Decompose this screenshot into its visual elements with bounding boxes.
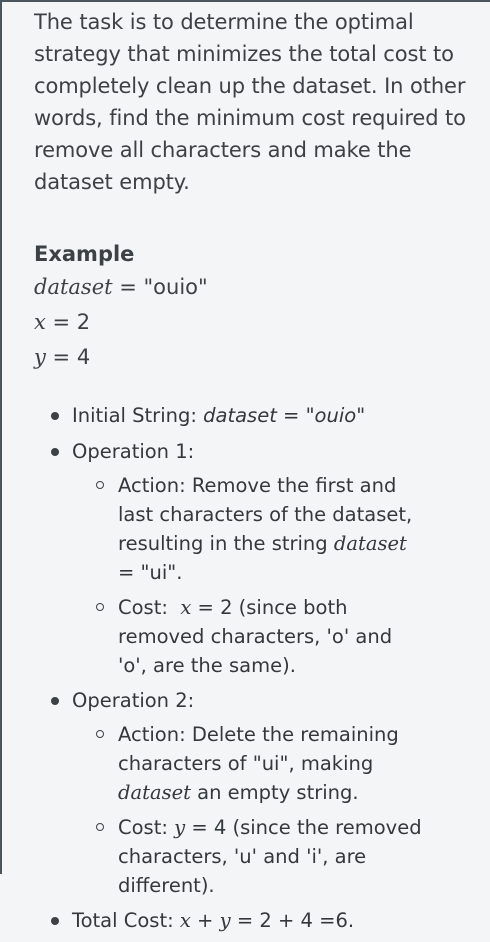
y-var: y xyxy=(34,345,46,369)
circle-bullet-icon xyxy=(96,730,104,738)
bullet-icon xyxy=(51,697,59,705)
operation-1-action: Action: Remove the first and last charac… xyxy=(72,471,418,587)
operation-1-sublist: Action: Remove the first and last charac… xyxy=(72,471,474,680)
circle-bullet-icon xyxy=(96,603,104,611)
operation-2-cost: Cost: y = 4 (since the removed character… xyxy=(72,813,448,900)
initial-expr: dataset = "ouio" xyxy=(203,404,366,427)
operation-2-action: Action: Delete the remaining characters … xyxy=(72,720,418,807)
operation-2-label: Operation 2: xyxy=(72,689,195,712)
steps-list: Initial String: dataset = "ouio" Operati… xyxy=(34,401,474,936)
operation-1-cost: Cost: x = 2 (since both removed characte… xyxy=(72,593,418,680)
op2-cost-var: y xyxy=(174,816,186,839)
y-value: = 4 xyxy=(45,345,91,369)
bullet-icon xyxy=(51,412,59,420)
list-item-total: Total Cost: x + y = 2 + 4 =6. xyxy=(34,906,474,936)
left-border xyxy=(0,0,2,874)
circle-bullet-icon xyxy=(96,481,104,489)
operation-2-sublist: Action: Delete the remaining characters … xyxy=(72,720,474,900)
bullet-icon xyxy=(51,917,59,925)
total-plus: + xyxy=(190,909,220,932)
dataset-var: dataset xyxy=(34,275,113,299)
op1-cost-prefix: Cost: xyxy=(118,596,181,619)
op2-action-end: an empty string. xyxy=(190,781,359,804)
op2-action-text: Action: Delete the remaining characters … xyxy=(118,723,399,775)
dataset-value: = "ouio" xyxy=(112,275,208,299)
total-y-var: y xyxy=(219,909,231,932)
list-item-operation-2: Operation 2: Action: Delete the remainin… xyxy=(34,686,474,900)
list-item-initial: Initial String: dataset = "ouio" xyxy=(34,401,474,431)
total-rest: = 2 + 4 =6. xyxy=(230,909,355,932)
problem-statement: The task is to determine the optimal str… xyxy=(34,6,474,942)
op2-cost-prefix: Cost: xyxy=(118,816,175,839)
list-item-operation-1: Operation 1: Action: Remove the first an… xyxy=(34,437,474,680)
total-x-var: x xyxy=(179,909,191,932)
top-border xyxy=(0,0,490,2)
op1-action-var: dataset xyxy=(333,532,407,555)
op1-cost-var: x xyxy=(180,596,192,619)
x-var: x xyxy=(34,310,46,334)
op2-action-var: dataset xyxy=(118,781,191,804)
op1-action-end: = "ui". xyxy=(118,561,183,584)
intro-paragraph: The task is to determine the optimal str… xyxy=(34,10,466,194)
y-line: y = 4 xyxy=(34,340,474,375)
x-value: = 2 xyxy=(45,310,91,334)
dataset-line: dataset = "ouio" xyxy=(34,270,474,305)
total-prefix: Total Cost: xyxy=(72,909,180,932)
operation-1-label: Operation 1: xyxy=(72,440,195,463)
circle-bullet-icon xyxy=(96,823,104,831)
initial-prefix: Initial String: xyxy=(72,404,204,427)
bullet-icon xyxy=(51,448,59,456)
example-heading: Example xyxy=(34,242,135,266)
x-line: x = 2 xyxy=(34,305,474,340)
